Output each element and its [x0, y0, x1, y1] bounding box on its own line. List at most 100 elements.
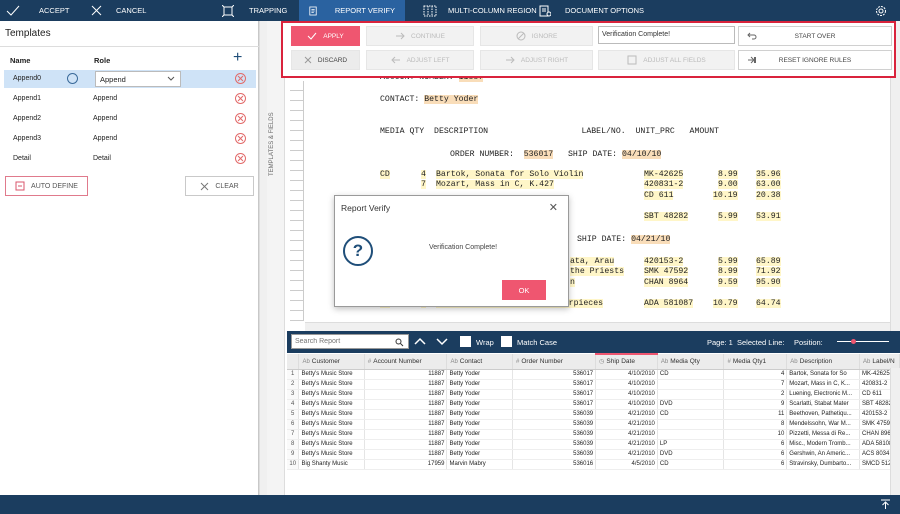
col-media-qty[interactable]: Ab Media Qty [657, 354, 725, 370]
col-label-no[interactable]: Ab Label/N [859, 354, 900, 370]
col-account-number[interactable]: # Account Number [364, 354, 448, 370]
table-cell: 4/21/2010 [595, 439, 658, 450]
templates-fields-tab[interactable]: TEMPLATES & FIELDS [267, 21, 285, 495]
data-table: Ab Customer # Account Number Ab Contact # Or… [287, 353, 900, 470]
template-role: Append [93, 135, 118, 142]
discard-button[interactable]: DISCARD [291, 50, 360, 70]
delete-icon[interactable] [235, 113, 246, 124]
table-row[interactable]: 4 Betty's Music Store 11887 Betty Yoder 5360… [287, 399, 900, 410]
chevron-down-icon [167, 76, 175, 81]
table-row[interactable]: 7 Betty's Music Store 11887 Betty Yoder 5360… [287, 429, 900, 440]
columns-icon [423, 5, 437, 16]
search-bar: Wrap Match Case Page: 1 Selected Line: P… [287, 331, 900, 353]
divider [0, 46, 259, 47]
table-cell: Bartok, Sonata for So [786, 369, 860, 380]
row-index: 9 [287, 449, 300, 460]
template-row[interactable]: Detail Detail [4, 150, 256, 168]
reset-ignore-rules-button[interactable]: RESET IGNORE RULES [738, 50, 892, 70]
ignore-button[interactable]: IGNORE [480, 26, 593, 46]
chevron-up-icon[interactable] [414, 337, 426, 346]
report-detail-amount: 35.96 [756, 170, 781, 179]
report-horizontal-scrollbar[interactable] [305, 322, 890, 331]
auto-define-button[interactable]: AUTO DEFINE [5, 176, 88, 196]
table-row[interactable]: 10 Big Shanty Music 17959 Marvin Mabry 53601… [287, 459, 900, 470]
continue-button[interactable]: CONTINUE [366, 26, 474, 46]
table-cell: CD [657, 369, 725, 380]
grid-vertical-scrollbar[interactable] [890, 368, 900, 495]
col-header-name: Name [10, 56, 31, 65]
delete-icon[interactable] [235, 73, 246, 84]
verify-status-field: Verification Complete! [598, 26, 735, 44]
clear-button[interactable]: CLEAR [185, 176, 254, 196]
col-contact[interactable]: Ab Contact [446, 354, 514, 370]
scroll-to-top-icon[interactable] [880, 499, 891, 510]
report-detail-qty: 4 [421, 170, 426, 179]
col-customer[interactable]: Ab Customer [298, 354, 365, 370]
table-row[interactable]: 5 Betty's Music Store 11887 Betty Yoder 5360… [287, 409, 900, 420]
col-order-number[interactable]: # Order Number [512, 354, 597, 370]
apply-button[interactable]: APPLY [291, 26, 360, 46]
cancel-button[interactable]: CANCEL [91, 0, 146, 21]
match-case-checkbox[interactable] [501, 336, 512, 347]
ok-button[interactable]: OK [502, 280, 546, 300]
col-ship-date[interactable]: ◷ Ship Date [595, 353, 658, 370]
report-verify-dialog: Report Verify ✕ ? Verification Complete!… [334, 195, 569, 307]
table-cell [657, 419, 725, 430]
table-row[interactable]: 3 Betty's Music Store 11887 Betty Yoder 5360… [287, 389, 900, 400]
delete-icon[interactable] [235, 93, 246, 104]
delete-icon[interactable] [235, 133, 246, 144]
adjust-all-fields-button[interactable]: ADJUST ALL FIELDS [598, 50, 735, 70]
table-cell: 6 [723, 459, 788, 470]
table-cell: 536017 [512, 389, 597, 400]
report-detail-amount: 71.92 [756, 267, 781, 276]
adjust-left-label: ADJUST LEFT [406, 56, 450, 64]
table-cell: Betty Yoder [446, 419, 514, 430]
table-row[interactable]: 9 Betty's Music Store 11887 Betty Yoder 5360… [287, 449, 900, 460]
report-detail-qty: 7 [421, 180, 426, 189]
search-input[interactable] [292, 335, 392, 348]
col-media-qty1[interactable]: # Media Qty1 [723, 354, 788, 370]
table-cell: Betty Yoder [446, 449, 514, 460]
position-label: Position: [794, 338, 823, 347]
number-type-icon: # [516, 358, 520, 365]
col-description[interactable]: Ab Description [786, 354, 860, 370]
document-options-button[interactable]: DOCUMENT OPTIONS [539, 0, 644, 21]
start-over-button[interactable]: START OVER [738, 26, 892, 46]
table-cell: 11887 [364, 419, 448, 430]
table-row[interactable]: 1 Betty's Music Store 11887 Betty Yoder 5360… [287, 369, 900, 380]
row-index: 6 [287, 419, 300, 430]
table-cell: Mendelssohn, War M... [786, 419, 860, 430]
table-row[interactable]: 6 Betty's Music Store 11887 Betty Yoder 5360… [287, 419, 900, 430]
accept-button[interactable]: ACCEPT [6, 0, 69, 21]
tab-report-verify[interactable]: REPORT VERIFY [299, 0, 405, 21]
delete-icon[interactable] [235, 153, 246, 164]
template-row[interactable]: Append3 Append [4, 130, 256, 148]
close-icon[interactable]: ✕ [549, 201, 558, 214]
chevron-down-icon[interactable] [436, 337, 448, 346]
template-row[interactable]: Append1 Append [4, 90, 256, 108]
edit-icon[interactable] [67, 73, 78, 84]
add-template-icon[interactable]: + [233, 50, 242, 66]
report-detail-price: 10.79 [713, 299, 738, 308]
position-slider-thumb[interactable] [851, 339, 856, 344]
report-line-contact: CONTACT: Betty Yoder [380, 95, 479, 104]
search-icon[interactable] [395, 338, 404, 347]
template-row[interactable]: Append0 Append [4, 70, 256, 88]
table-row[interactable]: 2 Betty's Music Store 11887 Betty Yoder 5360… [287, 379, 900, 390]
multi-column-region-button[interactable]: MULTI-COLUMN REGION [423, 0, 537, 21]
adjust-right-button[interactable]: ADJUST RIGHT [480, 50, 593, 70]
template-row[interactable]: Append2 Append [4, 110, 256, 128]
settings-button[interactable] [874, 0, 888, 21]
trapping-button[interactable]: TRAPPING [222, 0, 287, 21]
left-panel-scrollbar[interactable] [259, 21, 267, 495]
table-cell: Betty Yoder [446, 399, 514, 410]
table-row[interactable]: 8 Betty's Music Store 11887 Betty Yoder 5360… [287, 439, 900, 450]
position-slider-track[interactable] [837, 341, 889, 342]
col-header-role: Role [94, 56, 111, 65]
data-grid[interactable]: Ab Customer # Account Number Ab Contact # Or… [287, 353, 900, 495]
wrap-checkbox[interactable] [460, 336, 471, 347]
role-dropdown-value: Append [100, 75, 126, 84]
adjust-left-button[interactable]: ADJUST LEFT [366, 50, 474, 70]
role-dropdown[interactable]: Append [95, 71, 181, 87]
template-name: Detail [13, 155, 31, 162]
